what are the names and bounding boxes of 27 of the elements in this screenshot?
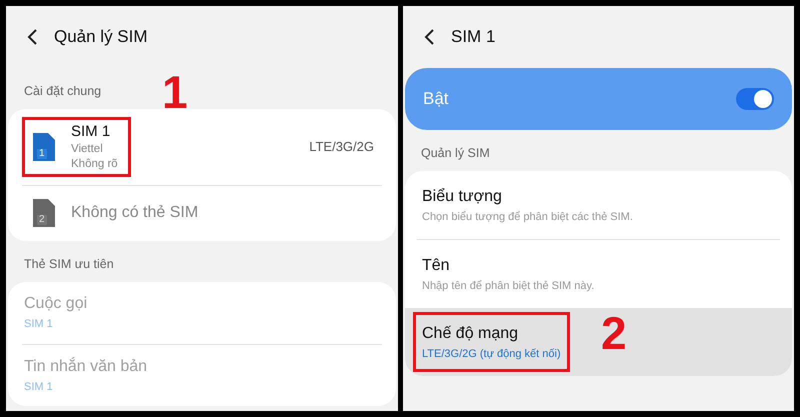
network-type: LTE/3G/2G (309, 138, 374, 156)
setting-value: SIM 1 (24, 380, 54, 395)
switch-label: Bật (423, 88, 449, 110)
sim-name[interactable]: Không có thẻ SIM (71, 201, 198, 226)
sim-detail: Không rõ (71, 156, 118, 172)
screen-title: Quản lý SIM (54, 26, 148, 48)
step-number: 2 (601, 310, 627, 356)
setting-title: Chế độ mạng (422, 324, 520, 344)
step-number: 1 (162, 68, 188, 115)
setting-title: Biểu tượng (422, 186, 503, 206)
sim-name[interactable]: SIM 1 (71, 122, 118, 142)
section-header: Cài đặt chung (24, 83, 102, 100)
toggle-switch[interactable] (736, 88, 774, 110)
setting-subtitle: Chọn biểu tượng để phân biệt các thẻ SIM. (422, 210, 633, 224)
section-header: Quản lý SIM (421, 145, 490, 162)
setting-value: SIM 1 (24, 317, 54, 332)
setting-subtitle: LTE/3G/2G (tự động kết nối) (422, 346, 561, 362)
setting-title: Tên (422, 256, 451, 276)
back-icon[interactable] (26, 28, 38, 46)
settings-row[interactable]: Chế độ mạng LTE/3G/2G (tự động kết nối) 2 (405, 308, 792, 376)
sim-card-icon: 1 (33, 132, 55, 161)
sim-detail: Viettel (71, 142, 104, 157)
setting-subtitle: Nhập tên để phân biệt thẻ SIM này. (422, 278, 594, 294)
section-header: Thẻ SIM ưu tiên (24, 256, 114, 273)
screen-title: SIM 1 (451, 26, 496, 48)
back-icon[interactable] (423, 28, 435, 46)
sim-card-icon: 2 (33, 199, 55, 228)
